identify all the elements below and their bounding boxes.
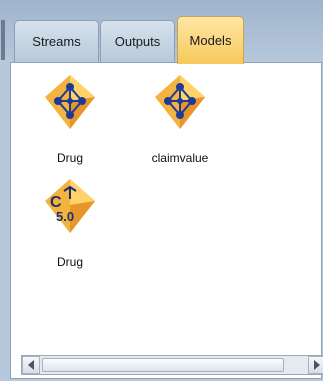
- model-label: Drug: [56, 151, 83, 165]
- horizontal-scrollbar[interactable]: [21, 355, 323, 375]
- model-item-drug-c50[interactable]: C 5.0 Drug: [25, 177, 115, 269]
- chevron-right-icon: [314, 360, 320, 370]
- model-label: Drug: [56, 255, 83, 269]
- panel-grip[interactable]: [1, 20, 5, 60]
- neural-net-model-icon: [45, 75, 95, 129]
- tab-streams[interactable]: Streams: [14, 20, 99, 62]
- tab-models[interactable]: Models: [177, 16, 244, 64]
- chevron-left-icon: [28, 360, 34, 370]
- tab-models-label: Models: [189, 33, 232, 48]
- c50-icon-text: 5.0: [56, 209, 74, 224]
- c50-model-icon: C 5.0: [45, 179, 95, 233]
- neural-net-model-icon: [155, 75, 205, 129]
- model-label: claimvalue: [151, 151, 209, 165]
- scroll-left-button[interactable]: [22, 356, 40, 374]
- tab-streams-label: Streams: [32, 34, 81, 49]
- scrollbar-thumb[interactable]: [42, 358, 284, 372]
- tab-outputs[interactable]: Outputs: [100, 20, 175, 62]
- model-item-claimvalue[interactable]: claimvalue: [135, 73, 225, 165]
- models-panel: Drug claimvalue C 5.0 Drug: [10, 62, 323, 379]
- tab-outputs-label: Outputs: [114, 34, 161, 49]
- scroll-right-button[interactable]: [308, 356, 323, 374]
- model-item-drug[interactable]: Drug: [25, 73, 115, 165]
